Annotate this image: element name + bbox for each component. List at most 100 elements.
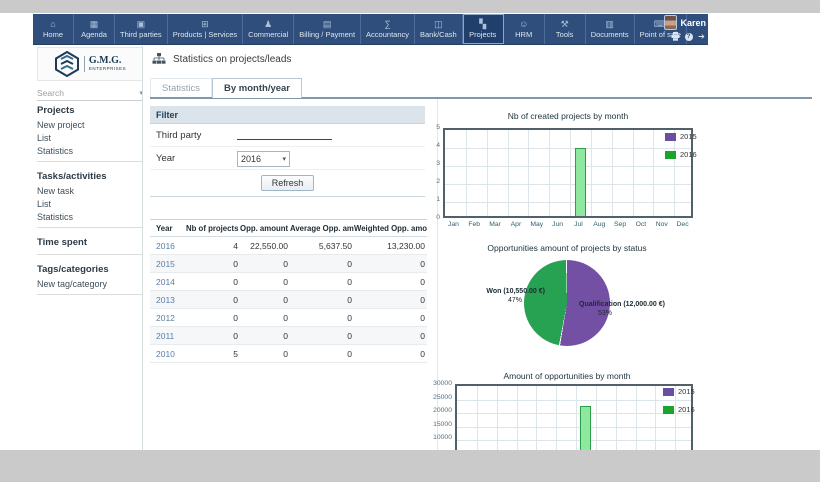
sidebar-item-list[interactable]: List: [37, 131, 143, 144]
third-party-input[interactable]: [237, 139, 332, 140]
year-link-cell[interactable]: 2013: [150, 295, 186, 305]
year-link[interactable]: 2014: [156, 277, 175, 287]
nav-item-billing-payment[interactable]: ▤Billing / Payment: [294, 14, 361, 44]
sidebar-item-new-project[interactable]: New project: [37, 118, 143, 131]
nav-item-products-services[interactable]: ⊞Products | Services: [168, 14, 243, 44]
page-title: Statistics on projects/leads: [173, 54, 291, 65]
user-block: Karen ? ➔: [664, 15, 706, 41]
year-link-cell[interactable]: 2012: [150, 313, 186, 323]
logo-line1: G.M.G.: [89, 56, 126, 66]
sidebar-item-new-tag-category[interactable]: New tag/category: [37, 277, 143, 290]
sidebar-divider: [37, 161, 143, 162]
sidebar-item-statistics[interactable]: Statistics: [37, 144, 143, 157]
table-header-cell: Weighted Opp. amount: [354, 224, 427, 233]
project-stats-icon: [152, 53, 166, 65]
filter-button-row: Refresh: [150, 170, 425, 197]
nav-item-commercial[interactable]: ♟Commercial: [243, 14, 294, 44]
filter-header: Filter: [150, 106, 425, 124]
table-row: 20120000: [150, 309, 427, 327]
filter-card: Filter Third party Year 2016 ▾ Refresh: [150, 106, 425, 197]
sidebar-divider: [37, 294, 143, 295]
year-link-cell[interactable]: 2014: [150, 277, 186, 287]
year-select-value: 2016: [241, 154, 261, 164]
commercial-icon: ♟: [264, 19, 272, 29]
nav-item-label: Home: [43, 30, 63, 39]
tab-statistics[interactable]: Statistics: [150, 78, 212, 98]
nav-item-accountancy[interactable]: ∑Accountancy: [361, 14, 415, 44]
year-link-cell[interactable]: 2011: [150, 331, 186, 341]
sidebar-item-list[interactable]: List: [37, 197, 143, 210]
year-link[interactable]: 2012: [156, 313, 175, 323]
company-logo: G.M.G. ENTERPRISES: [37, 47, 143, 81]
user-name: Karen: [680, 18, 706, 28]
nav-item-documents[interactable]: ▥Documents: [586, 14, 635, 44]
nav-item-label: Third parties: [120, 30, 162, 39]
year-link[interactable]: 2013: [156, 295, 175, 305]
tab-by-month-year[interactable]: By month/year: [212, 78, 302, 98]
table-row: 20130000: [150, 291, 427, 309]
logo-line2: ENTERPRISES: [89, 66, 126, 72]
sidebar-separator: [142, 46, 143, 450]
sidebar-divider: [37, 227, 143, 228]
bank-cash-icon: ◫: [434, 19, 443, 29]
third-parties-icon: ▣: [137, 19, 146, 29]
tab-bar: Statistics By month/year: [150, 78, 302, 98]
table-cell: 0: [240, 331, 290, 341]
sidebar-section-time-spent: Time spent: [37, 232, 143, 250]
table-cell: 0: [290, 295, 354, 305]
table-cell: 0: [290, 331, 354, 341]
year-link-cell[interactable]: 2016: [150, 241, 186, 251]
year-link[interactable]: 2010: [156, 349, 175, 359]
nav-item-home[interactable]: ⌂Home: [33, 14, 74, 44]
projects-by-year-table: YearNb of projectsOpp. amountAverage Opp…: [150, 219, 427, 363]
sidebar-item-new-task[interactable]: New task: [37, 184, 143, 197]
bottom-gray-band: [0, 450, 820, 482]
table-header-cell: Year: [150, 224, 186, 233]
table-cell: 0: [186, 313, 240, 323]
nav-item-projects[interactable]: ▚Projects: [463, 14, 504, 44]
tools-icon: ⚒: [561, 19, 569, 29]
table-cell: 0: [354, 349, 427, 359]
help-icon[interactable]: ?: [684, 32, 693, 41]
filter-row-third-party: Third party: [150, 124, 425, 147]
nav-item-label: Accountancy: [366, 30, 409, 39]
table-cell: 0: [186, 259, 240, 269]
table-cell: 0: [240, 349, 290, 359]
year-link[interactable]: 2011: [156, 331, 174, 341]
top-menu-bar: ⌂Home▦Agenda▣Third parties⊞Products | Se…: [33, 14, 708, 45]
sidebar-section-tags-categories: Tags/categories: [37, 259, 143, 277]
year-select[interactable]: 2016 ▾: [237, 151, 290, 167]
refresh-button[interactable]: Refresh: [261, 175, 315, 191]
products-services-icon: ⊞: [201, 19, 209, 29]
search-input[interactable]: Search ▾: [37, 86, 143, 101]
nav-item-hrm[interactable]: ☺HRM: [504, 14, 545, 44]
print-icon[interactable]: [671, 32, 680, 41]
table-cell: 0: [240, 277, 290, 287]
year-link-cell[interactable]: 2015: [150, 259, 186, 269]
nav-item-tools[interactable]: ⚒Tools: [545, 14, 586, 44]
nav-item-agenda[interactable]: ▦Agenda: [74, 14, 115, 44]
third-party-label: Third party: [150, 130, 201, 141]
projects-icon: ▚: [479, 19, 486, 29]
table-row: 20105000: [150, 345, 427, 363]
logout-icon[interactable]: ➔: [697, 32, 706, 41]
nav-item-label: Agenda: [81, 30, 107, 39]
table-cell: 0: [290, 313, 354, 323]
logo-mark-icon: [54, 51, 80, 77]
year-link[interactable]: 2016: [156, 241, 175, 251]
table-header-cell: Average Opp. amount: [290, 224, 354, 233]
nav-item-label: Projects: [469, 30, 496, 39]
sidebar-item-statistics[interactable]: Statistics: [37, 210, 143, 223]
table-cell: 0: [240, 259, 290, 269]
nav-item-bank-cash[interactable]: ◫Bank/Cash: [415, 14, 463, 44]
nav-item-third-parties[interactable]: ▣Third parties: [115, 14, 168, 44]
hrm-icon: ☺: [519, 19, 528, 29]
user-avatar[interactable]: [664, 15, 677, 30]
year-link[interactable]: 2015: [156, 259, 175, 269]
page-title-row: Statistics on projects/leads: [152, 53, 291, 65]
table-header-cell: Nb of projects: [186, 224, 240, 233]
left-menu: ProjectsNew projectListStatisticsTasks/a…: [37, 100, 143, 299]
year-link-cell[interactable]: 2010: [150, 349, 186, 359]
year-label: Year: [150, 153, 175, 164]
table-cell: 0: [186, 331, 240, 341]
